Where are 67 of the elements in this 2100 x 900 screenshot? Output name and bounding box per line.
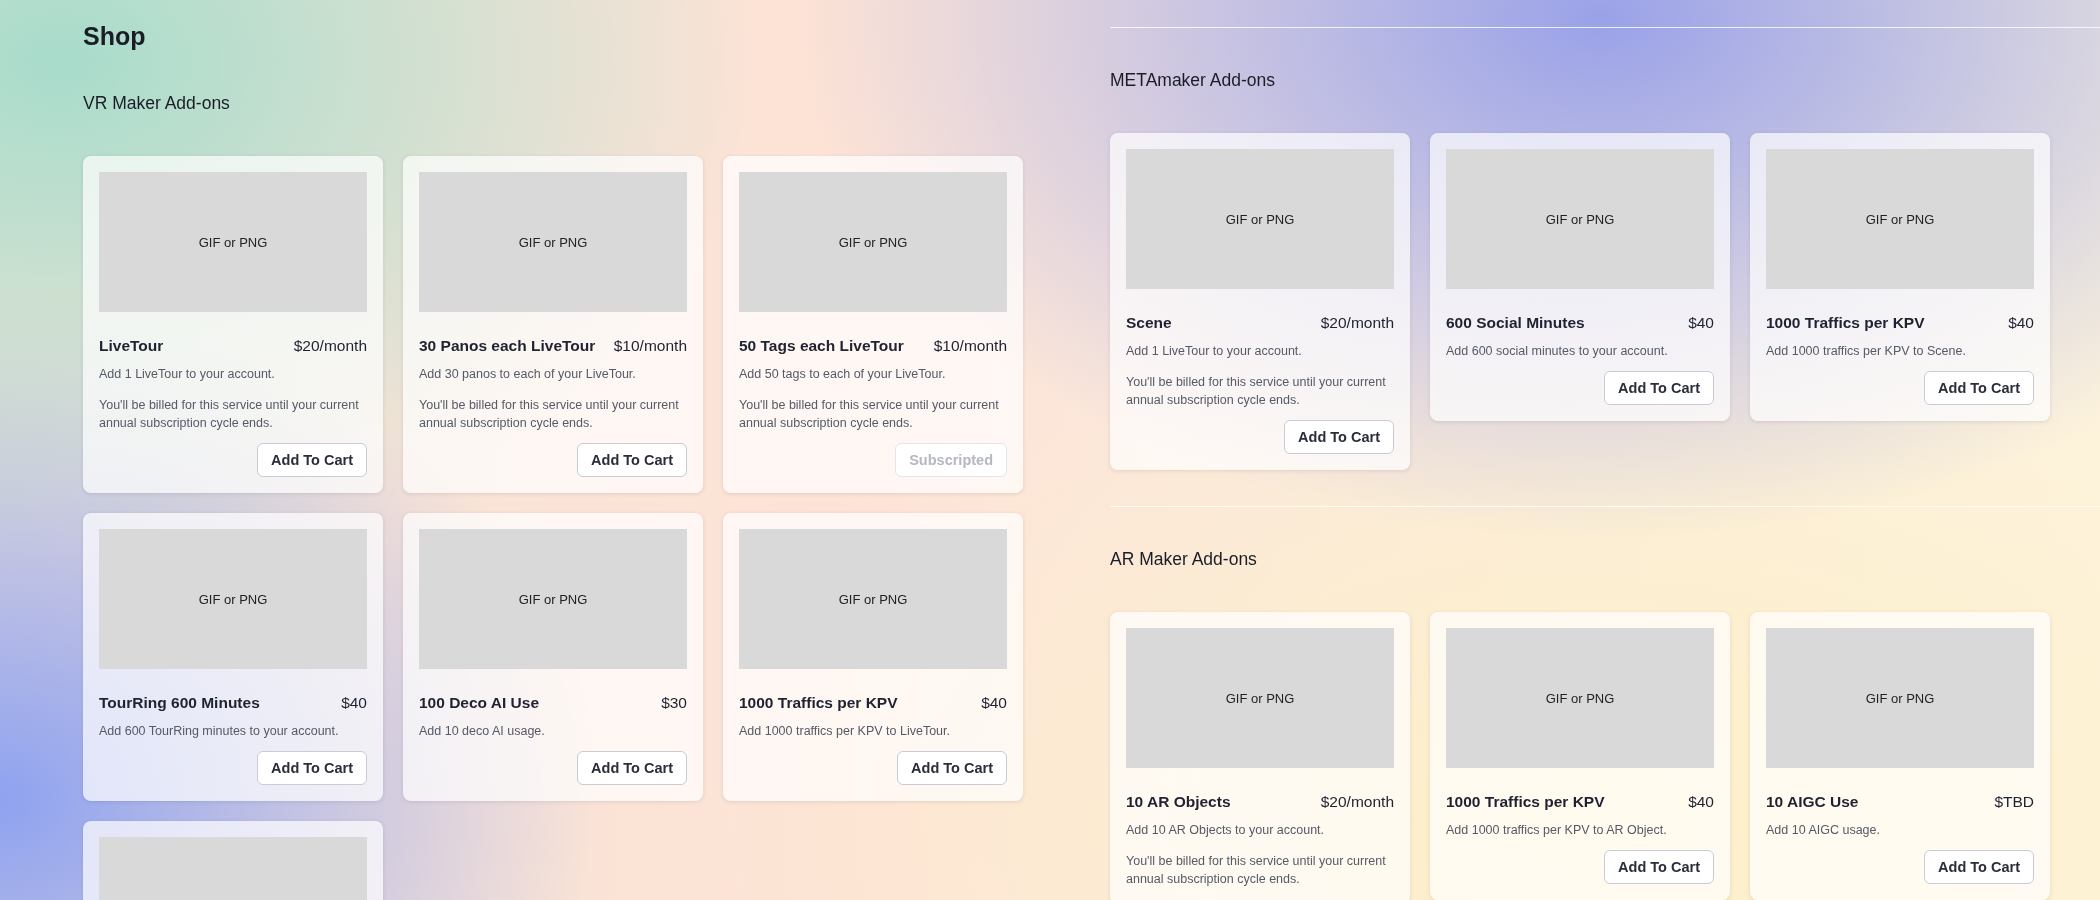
add-to-cart-button[interactable]: Add To Cart [897, 751, 1007, 785]
billing-note: You'll be billed for this service until your current annual subscription cycle ends. [1126, 853, 1387, 888]
billing-note: You'll be billed for this service until your current annual subscription cycle ends. [419, 397, 680, 432]
product-name: 1000 Traffics per KPV [1766, 314, 1925, 332]
product-name: 100 Deco AI Use [419, 694, 540, 712]
product-description: Add 30 panos to each of your LiveTour. [419, 366, 637, 383]
placeholder-label: GIF or PNG [518, 591, 588, 607]
add-to-cart-button[interactable]: Add To Cart [257, 443, 367, 477]
add-to-cart-button[interactable]: Add To Cart [577, 751, 687, 785]
section-heading: VR Maker Add-ons [83, 93, 231, 114]
placeholder-label: GIF or PNG [838, 591, 908, 607]
placeholder-label: GIF or PNG [518, 234, 588, 250]
product-price: $20/month [1320, 793, 1394, 811]
placeholder-label: GIF or PNG [1225, 211, 1295, 227]
product-description: Add 600 TourRing minutes to your account. [99, 723, 340, 740]
product-price: $40 [341, 694, 367, 712]
placeholder-label: GIF or PNG [1865, 690, 1935, 706]
section-heading: METAmaker Add-ons [1110, 70, 1276, 91]
placeholder-label: GIF or PNG [1865, 211, 1935, 227]
placeholder-label: GIF or PNG [1545, 690, 1615, 706]
product-price: $TBD [1994, 793, 2034, 811]
product-description: Add 1000 traffics per KPV to LiveTour. [739, 723, 951, 740]
product-description: Add 10 AIGC usage. [1766, 822, 1881, 839]
product-price: $20/month [1320, 314, 1394, 332]
placeholder-label: GIF or PNG [198, 591, 268, 607]
product-description: Add 1000 traffics per KPV to Scene. [1766, 343, 1967, 360]
product-price: $40 [1688, 314, 1714, 332]
placeholder-label: GIF or PNG [838, 234, 908, 250]
product-description: Add 1 LiveTour to your account. [99, 366, 276, 383]
placeholder-label: GIF or PNG [1545, 211, 1615, 227]
product-name: TourRing 600 Minutes [99, 694, 260, 712]
product-name: LiveTour [99, 337, 164, 355]
product-name: 10 AIGC Use [1766, 793, 1859, 811]
product-description: Add 10 AR Objects to your account. [1126, 822, 1326, 839]
placeholder-label: GIF or PNG [1225, 690, 1295, 706]
add-to-cart-button[interactable]: Add To Cart [257, 751, 367, 785]
product-name: 50 Tags each LiveTour [739, 337, 904, 355]
billing-note: You'll be billed for this service until your current annual subscription cycle ends. [99, 397, 360, 432]
billing-note: You'll be billed for this service until your current annual subscription cycle ends. [739, 397, 1000, 432]
product-price: $40 [2008, 314, 2034, 332]
add-to-cart-button[interactable]: Add To Cart [1604, 850, 1714, 884]
product-name: Scene [1126, 314, 1172, 332]
billing-note: You'll be billed for this service until your current annual subscription cycle ends. [1126, 374, 1387, 409]
product-price: $40 [981, 694, 1007, 712]
product-description: Add 10 deco AI usage. [419, 723, 546, 740]
product-price: $30 [661, 694, 687, 712]
product-description: Add 50 tags to each of your LiveTour. [739, 366, 947, 383]
product-name: 10 AR Objects [1126, 793, 1231, 811]
product-name: 600 Social Minutes [1446, 314, 1585, 332]
add-to-cart-button[interactable]: Add To Cart [1604, 371, 1714, 405]
placeholder-label: GIF or PNG [198, 234, 268, 250]
product-price: $20/month [293, 337, 367, 355]
add-to-cart-button[interactable]: Add To Cart [1924, 371, 2034, 405]
section-heading: AR Maker Add-ons [1110, 549, 1258, 570]
add-to-cart-button[interactable]: Add To Cart [577, 443, 687, 477]
product-price: $10/month [933, 337, 1007, 355]
add-to-cart-button[interactable]: Add To Cart [1284, 420, 1394, 454]
page-title: Shop [83, 22, 147, 51]
product-price: $10/month [613, 337, 687, 355]
product-price: $40 [1688, 793, 1714, 811]
product-description: Add 1000 traffics per KPV to AR Object. [1446, 822, 1668, 839]
product-description: Add 600 social minutes to your account. [1446, 343, 1669, 360]
product-name: 1000 Traffics per KPV [1446, 793, 1605, 811]
product-name: 1000 Traffics per KPV [739, 694, 898, 712]
product-description: Add 1 LiveTour to your account. [1126, 343, 1303, 360]
add-to-cart-button[interactable]: Add To Cart [1924, 850, 2034, 884]
product-name: 30 Panos each LiveTour [419, 337, 596, 355]
